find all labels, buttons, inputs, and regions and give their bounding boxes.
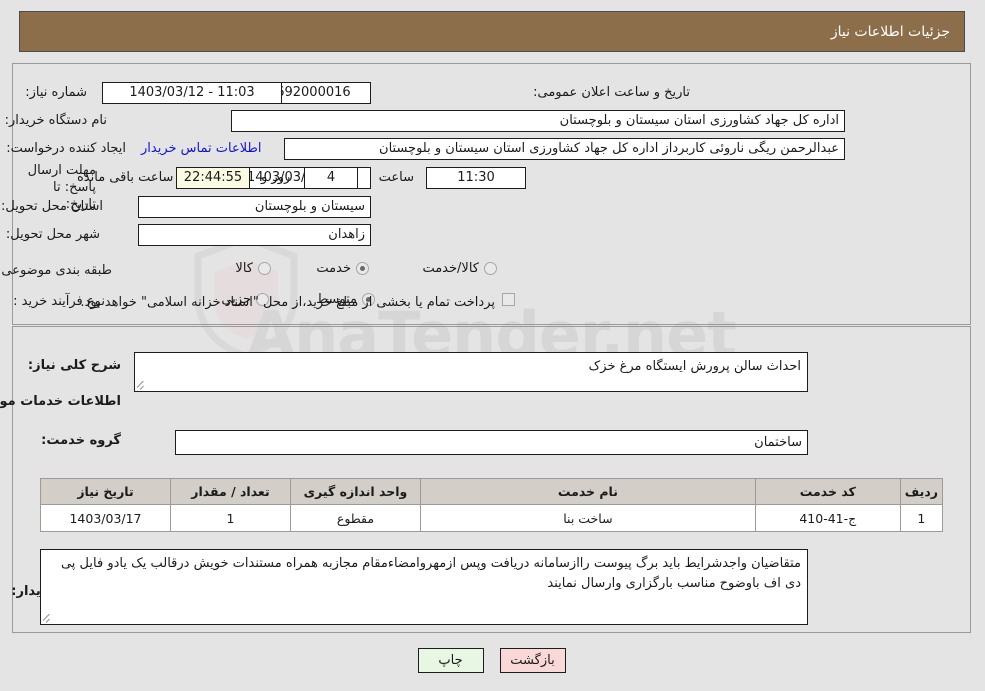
print-button[interactable]: چاپ (418, 648, 485, 673)
resize-grip-icon[interactable] (43, 611, 56, 623)
table-row: 1 ج-41-410 ساخت بنا مقطوع 1 1403/03/17 (41, 504, 945, 532)
service-group-field[interactable]: ساختمان (176, 430, 809, 455)
back-button[interactable]: بازگشت (500, 648, 567, 673)
services-section-title: اطلاعات خدمات مورد نیاز (0, 394, 122, 409)
page-root: AnaTender.net جزئیات اطلاعات نیاز شماره … (0, 0, 985, 691)
countdown-timer-field: 22:44:55 (177, 167, 251, 189)
service-group-label: گروه خدمت: (42, 433, 122, 448)
remaining-days-field[interactable]: 4 (305, 167, 359, 189)
col-qty: تعداد / مقدار (171, 478, 292, 505)
announce-label: تاریخ و ساعت اعلان عمومی: (534, 85, 691, 100)
resize-grip-icon[interactable] (137, 378, 150, 390)
buyer-org-field[interactable]: اداره کل جهاد کشاورزی استان سیستان و بلو… (232, 110, 846, 132)
buyer-contact-link[interactable]: اطلاعات تماس خریدار (142, 141, 262, 156)
radio-category-kala[interactable]: کالا (236, 261, 272, 276)
services-table: ردیف کد خدمت نام خدمت واحد اندازه گیری ت… (41, 478, 945, 532)
cell-code: ج-41-410 (755, 504, 902, 532)
category-label: طبقه بندی موضوعی: (0, 263, 113, 278)
col-code: کد خدمت (755, 478, 902, 505)
buyer-notes-textarea[interactable]: متقاضیان واجدشرایط باید برگ پیوست راازسا… (41, 549, 809, 625)
radio-label: خدمت (317, 261, 352, 276)
need-desc-label: شرح کلی نیاز: (28, 358, 122, 373)
remaining-hours-label: ساعت باقی مانده (78, 170, 175, 185)
radio-label: کالا (236, 261, 254, 276)
days-label: روز و (262, 170, 292, 185)
province-label: استان محل تحویل: (2, 199, 104, 214)
radio-category-khedmat[interactable]: خدمت (317, 261, 370, 276)
cell-unit: مقطوع (291, 504, 422, 532)
cell-radif: 1 (900, 504, 945, 532)
radio-category-kala-khedmat[interactable]: کالا/خدمت (423, 261, 498, 276)
province-field[interactable]: سیستان و بلوچستان (139, 196, 372, 218)
col-date: تاریخ نیاز (41, 478, 172, 505)
buyer-org-label: نام دستگاه خریدار: (5, 113, 108, 128)
col-unit: واحد اندازه گیری (291, 478, 422, 505)
city-label: شهر محل تحویل: (6, 227, 101, 242)
radio-indicator[interactable] (485, 262, 498, 275)
need-desc-textarea[interactable]: احداث سالن پرورش ایستگاه مرغ خزک (135, 352, 809, 392)
hour-label: ساعت (379, 170, 415, 185)
treasury-checkbox[interactable] (503, 293, 516, 306)
creator-label: ایجاد کننده درخواست: (7, 141, 127, 156)
buyer-notes-value: متقاضیان واجدشرایط باید برگ پیوست راازسا… (61, 556, 802, 591)
cell-qty: 1 (171, 504, 292, 532)
creator-field[interactable]: عبدالرحمن ریگی ناروئی کاربرداز اداره کل … (285, 138, 846, 160)
action-buttons: بازگشت چاپ (0, 648, 985, 673)
need-desc-value: احداث سالن پرورش ایستگاه مرغ خزک (589, 359, 802, 374)
radio-indicator[interactable] (259, 262, 272, 275)
treasury-text: پرداخت تمام یا بخشی از مبلغ خرید،از محل … (81, 295, 496, 310)
cell-name: ساخت بنا (421, 504, 757, 532)
page-title-bar: جزئیات اطلاعات نیاز (20, 11, 966, 52)
col-name: نام خدمت (421, 478, 757, 505)
radio-indicator[interactable] (357, 262, 370, 275)
table-header-row: ردیف کد خدمت نام خدمت واحد اندازه گیری ت… (41, 478, 945, 505)
col-radif: ردیف (900, 478, 945, 505)
cell-date: 1403/03/17 (41, 504, 172, 532)
announce-field[interactable]: 1403/03/12 - 11:03 (103, 82, 283, 104)
city-field[interactable]: زاهدان (139, 224, 372, 246)
deadline-time-field[interactable]: 11:30 (427, 167, 527, 189)
page-title: جزئیات اطلاعات نیاز (831, 23, 951, 40)
radio-label: کالا/خدمت (423, 261, 480, 276)
